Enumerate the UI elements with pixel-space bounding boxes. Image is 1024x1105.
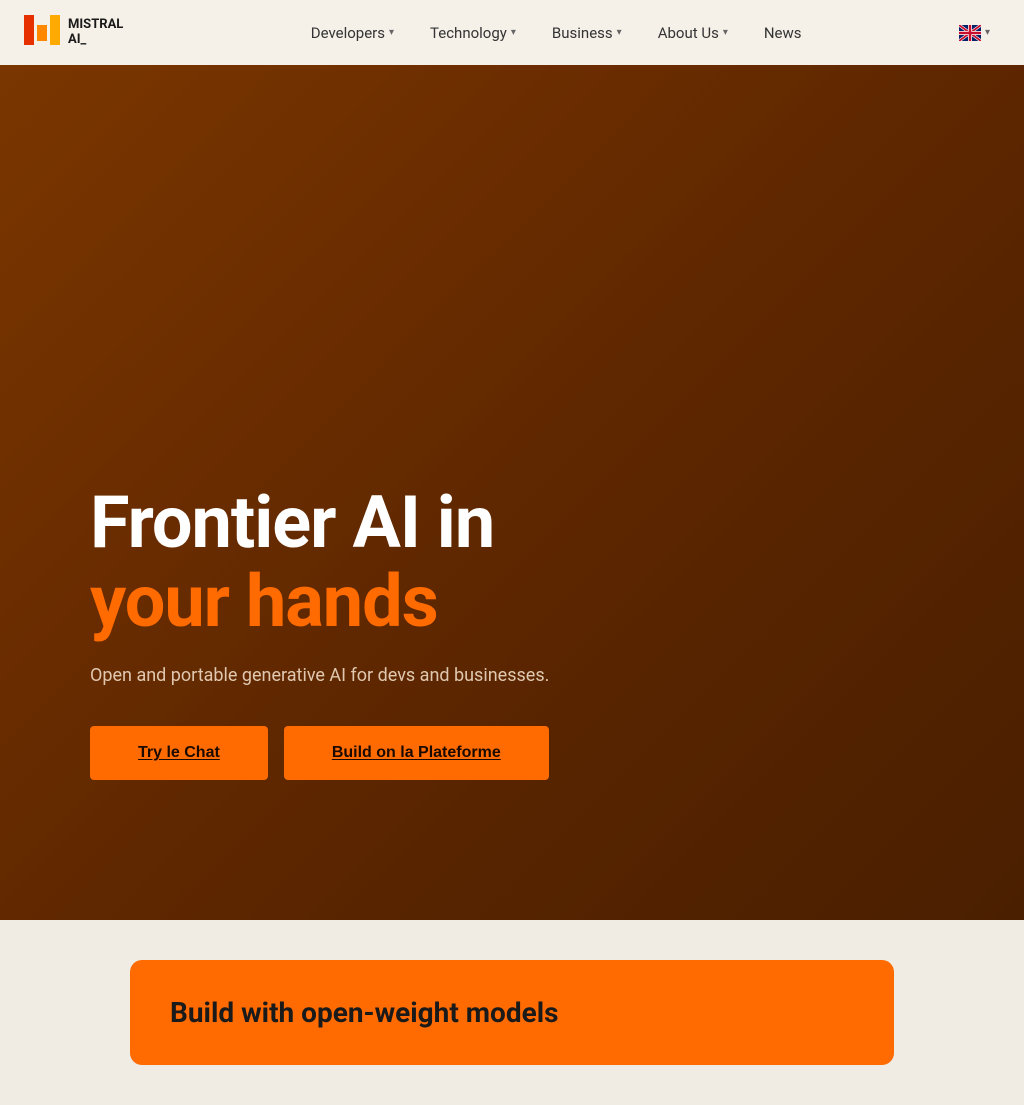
nav-label-business: Business bbox=[552, 24, 613, 42]
language-selector[interactable]: ▾ bbox=[949, 19, 1000, 47]
nav-label-news: News bbox=[764, 24, 802, 42]
navbar: MISTRAL AI_ Developers ▾ Technology ▾ Bu… bbox=[0, 0, 1024, 65]
logo-line2: AI_ bbox=[68, 33, 123, 47]
nav-label-about-us: About Us bbox=[658, 24, 719, 42]
nav-links: Developers ▾ Technology ▾ Business ▾ Abo… bbox=[163, 16, 949, 50]
chevron-down-icon: ▾ bbox=[511, 27, 516, 38]
hero-subtitle: Open and portable generative AI for devs… bbox=[90, 665, 790, 686]
nav-item-business[interactable]: Business ▾ bbox=[536, 16, 638, 50]
open-weight-card: Build with open-weight models bbox=[130, 960, 894, 1065]
hero-buttons: Try le Chat Build on la Plateforme bbox=[90, 726, 790, 780]
hero-content: Frontier AI in your hands Open and porta… bbox=[90, 483, 790, 780]
chevron-down-icon: ▾ bbox=[389, 27, 394, 38]
nav-right: ▾ bbox=[949, 19, 1000, 47]
logo[interactable]: MISTRAL AI_ bbox=[24, 15, 123, 51]
lower-title-text: Build with open-weight models bbox=[170, 996, 559, 1029]
logo-text: MISTRAL AI_ bbox=[68, 18, 123, 47]
chevron-down-icon: ▾ bbox=[617, 27, 622, 38]
nav-item-technology[interactable]: Technology ▾ bbox=[414, 16, 532, 50]
build-platform-button[interactable]: Build on la Plateforme bbox=[284, 726, 549, 780]
hero-title-orange: your hands bbox=[90, 562, 790, 641]
mistral-logo-icon bbox=[24, 15, 60, 51]
nav-label-developers: Developers bbox=[311, 24, 385, 42]
lower-section-title: Build with open-weight models bbox=[170, 996, 559, 1029]
logo-line1: MISTRAL bbox=[68, 18, 123, 32]
flag-uk-icon bbox=[959, 25, 981, 41]
chevron-down-icon: ▾ bbox=[985, 27, 990, 38]
try-le-chat-button[interactable]: Try le Chat bbox=[90, 726, 268, 780]
nav-item-developers[interactable]: Developers ▾ bbox=[295, 16, 410, 50]
nav-item-news[interactable]: News bbox=[748, 16, 818, 50]
chevron-down-icon: ▾ bbox=[723, 27, 728, 38]
lower-section: Build with open-weight models bbox=[0, 920, 1024, 1105]
nav-item-about-us[interactable]: About Us ▾ bbox=[642, 16, 744, 50]
hero-title-white: Frontier AI in bbox=[90, 483, 790, 562]
hero-section: Frontier AI in your hands Open and porta… bbox=[0, 65, 1024, 920]
nav-label-technology: Technology bbox=[430, 24, 507, 42]
